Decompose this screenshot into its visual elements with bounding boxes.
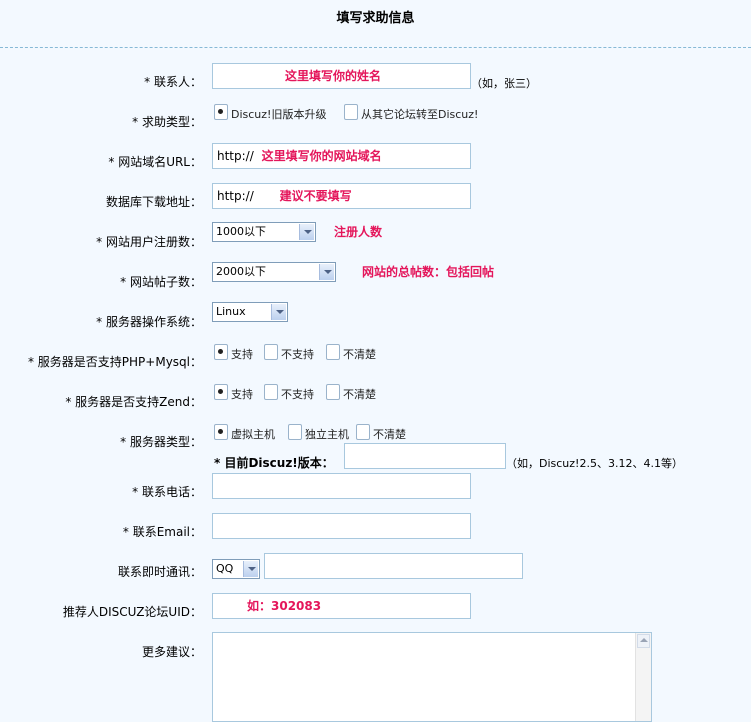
zend-option-no: 不支持 (281, 388, 314, 401)
site-url-label: * 网站域名URL： (108, 155, 202, 169)
referrer-input[interactable]: 如：302083 (212, 593, 471, 619)
chevron-down-icon[interactable] (271, 304, 286, 320)
php-mysql-label: * 服务器是否支持PHP+Mysql： (27, 355, 202, 369)
contact-name-input[interactable]: 这里填写你的姓名 (212, 63, 471, 89)
page-title: 填写求助信息 (336, 11, 415, 26)
scroll-up-icon[interactable] (637, 634, 650, 648)
site-url-hint: 这里填写你的网站域名 (261, 149, 382, 163)
suggestion-textarea[interactable] (212, 632, 652, 722)
help-type-label: * 求助类型： (132, 115, 202, 129)
chevron-down-icon[interactable] (243, 561, 258, 577)
php-mysql-radio-no[interactable] (264, 344, 278, 360)
referrer-label: 推荐人DISCUZ论坛UID： (62, 605, 202, 619)
im-type-select[interactable]: QQ (212, 559, 260, 579)
server-type-option-virtual: 虚拟主机 (231, 428, 275, 441)
zend-radio-unknown[interactable] (326, 384, 340, 400)
referrer-hint: 如：302083 (247, 599, 322, 613)
php-mysql-option-no: 不支持 (281, 348, 314, 361)
zend-option-yes: 支持 (231, 388, 253, 401)
help-type-radio-upgrade[interactable] (214, 104, 228, 120)
post-count-select[interactable]: 2000以下 (212, 262, 336, 282)
contact-name-label: * 联系人： (144, 75, 202, 89)
discuz-version-input[interactable] (344, 443, 506, 469)
help-type-option-upgrade: Discuz!旧版本升级 (231, 108, 327, 121)
phone-label: * 联系电话： (132, 485, 202, 499)
db-download-prefix: http:// (217, 189, 254, 203)
server-type-radio-dedicated[interactable] (288, 424, 302, 440)
zend-radio-no[interactable] (264, 384, 278, 400)
suggestion-label: 更多建议： (141, 645, 202, 659)
server-type-option-unknown: 不清楚 (373, 428, 406, 441)
chevron-down-icon[interactable] (319, 264, 334, 280)
post-count-hint: 网站的总帖数：包括回帖 (362, 265, 495, 279)
php-mysql-option-unknown: 不清楚 (343, 348, 376, 361)
contact-name-note: （如，张三） (471, 77, 537, 90)
php-mysql-radio-yes[interactable] (214, 344, 228, 360)
server-type-option-dedicated: 独立主机 (305, 428, 349, 441)
php-mysql-option-yes: 支持 (231, 348, 253, 361)
os-select[interactable]: Linux (212, 302, 288, 322)
suggestion-scrollbar[interactable] (635, 633, 651, 721)
db-download-hint: 建议不要填写 (279, 189, 352, 203)
user-count-label: * 网站用户注册数： (96, 235, 202, 249)
email-input[interactable] (212, 513, 471, 539)
chevron-down-icon[interactable] (299, 224, 314, 240)
site-url-input[interactable]: http:// 这里填写你的网站域名 (212, 143, 471, 169)
os-label: * 服务器操作系统： (96, 315, 202, 329)
im-account-input[interactable] (264, 553, 523, 579)
contact-name-hint: 这里填写你的姓名 (285, 69, 382, 83)
phone-input[interactable] (212, 473, 471, 499)
discuz-version-label: * 目前Discuz!版本： (214, 456, 334, 470)
server-type-radio-virtual[interactable] (214, 424, 228, 440)
user-count-hint: 注册人数 (334, 225, 383, 239)
user-count-select[interactable]: 1000以下 (212, 222, 316, 242)
os-value: Linux (216, 305, 246, 318)
post-count-label: * 网站帖子数： (120, 275, 202, 289)
zend-option-unknown: 不清楚 (343, 388, 376, 401)
db-download-input[interactable]: http:// 建议不要填写 (212, 183, 471, 209)
php-mysql-radio-unknown[interactable] (326, 344, 340, 360)
zend-radio-yes[interactable] (214, 384, 228, 400)
site-url-prefix: http:// (217, 149, 254, 163)
server-type-label: * 服务器类型： (120, 435, 202, 449)
zend-label: * 服务器是否支持Zend： (65, 395, 202, 409)
help-type-radio-migrate[interactable] (344, 104, 358, 120)
post-count-value: 2000以下 (216, 265, 266, 278)
im-type-value: QQ (216, 562, 234, 575)
divider (0, 47, 751, 48)
discuz-version-note: （如，Discuz!2.5、3.12、4.1等） (506, 457, 683, 470)
email-label: * 联系Email： (122, 525, 202, 539)
im-label: 联系即时通讯： (117, 565, 202, 579)
help-type-option-migrate: 从其它论坛转至Discuz! (361, 108, 479, 121)
db-download-label: 数据库下载地址： (105, 195, 202, 209)
server-type-radio-unknown[interactable] (356, 424, 370, 440)
user-count-value: 1000以下 (216, 225, 266, 238)
